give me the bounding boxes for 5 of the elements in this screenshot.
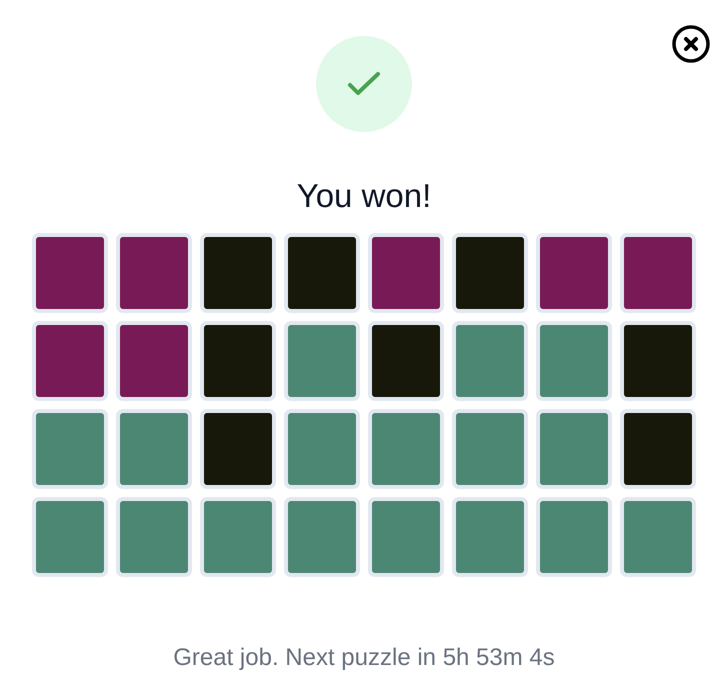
- close-icon: [672, 25, 710, 63]
- next-puzzle-text: Great job. Next puzzle in 5h 53m 4s: [173, 644, 555, 672]
- check-icon: [347, 71, 381, 97]
- result-title: You won!: [296, 176, 432, 216]
- close-button[interactable]: [672, 25, 710, 63]
